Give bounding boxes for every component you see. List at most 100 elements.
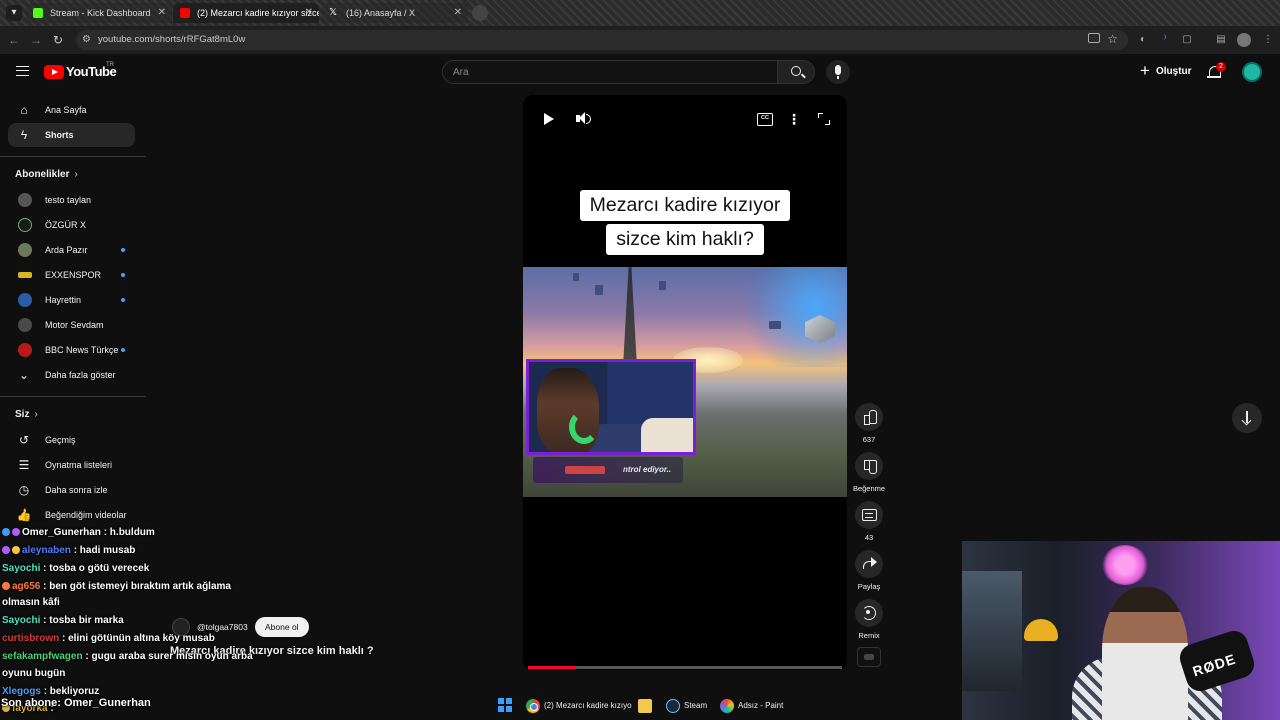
sidebar-item-label: Shorts xyxy=(45,130,74,140)
progress-bar[interactable] xyxy=(528,666,842,669)
subscription-item[interactable]: Arda Pazır xyxy=(8,238,135,262)
youtube-logo-icon[interactable] xyxy=(44,65,64,79)
chat-user: curtisbrown xyxy=(2,633,60,644)
sidepanel-icon[interactable]: ▤ xyxy=(1215,34,1227,46)
like-count: 637 xyxy=(862,435,876,444)
shorts-icon: ϟ xyxy=(20,128,28,142)
extensions-puzzle-icon[interactable]: ▢ xyxy=(1181,34,1193,46)
search-box xyxy=(442,60,778,84)
remix-button[interactable] xyxy=(855,599,883,627)
browser-menu-icon[interactable]: ⋮ xyxy=(1262,34,1274,46)
chat-message: Xlegogs : bekliyoruz xyxy=(2,686,99,697)
chat-text: : ben göt istemeyi bıraktım artık ağlama xyxy=(43,581,231,592)
sidebar-divider xyxy=(0,156,146,157)
subscription-item[interactable]: Hayrettin xyxy=(8,288,135,312)
bookmark-star-icon[interactable]: ☆ xyxy=(1107,32,1118,46)
youtube-header: YouTube TR Oluştur 2 xyxy=(0,54,1280,90)
video-subtitle: ntrol ediyor.. xyxy=(623,465,672,474)
subscription-item[interactable]: ÖZGÜR X xyxy=(8,213,135,237)
show-more-button[interactable]: ⌄ Daha fazla göster xyxy=(8,363,135,387)
chat-text: : hadi musab xyxy=(73,545,136,556)
tab-search-button[interactable]: ▾ xyxy=(6,5,22,21)
sidebar-item-label: Oynatma listeleri xyxy=(45,460,113,470)
account-avatar[interactable] xyxy=(1242,62,1262,82)
extension-icon[interactable]: ⁾ xyxy=(1159,34,1171,46)
monitor-shape xyxy=(962,571,1022,691)
new-tab-button[interactable] xyxy=(472,5,488,21)
tab-youtube-short[interactable]: (2) Mezarcı kadire kızıyor sizce k ✕ xyxy=(173,3,319,23)
create-button[interactable]: Oluştur xyxy=(1134,61,1200,82)
share-button[interactable] xyxy=(855,550,883,578)
more-options-icon[interactable]: ⋮ xyxy=(786,111,802,127)
install-app-icon[interactable] xyxy=(1088,33,1100,43)
subscription-item[interactable]: Motor Sevdam xyxy=(8,313,135,337)
channel-handle[interactable]: @tolgaa7803 xyxy=(197,622,248,632)
facecam-person xyxy=(1102,587,1188,720)
sidebar-item-liked-videos[interactable]: 👍 Beğendiğim videolar xyxy=(8,503,135,527)
menu-icon[interactable] xyxy=(16,66,29,76)
next-short-button[interactable] xyxy=(1232,403,1262,433)
taskbar-item-paint[interactable]: Adsız - Paint xyxy=(718,696,783,716)
forward-icon[interactable]: → xyxy=(28,32,44,48)
chevron-right-icon: › xyxy=(34,409,38,420)
tab-x-home[interactable]: 𝕏 (16) Anasayfa / X ✕ xyxy=(322,3,468,23)
subscribe-button[interactable]: Abone ol xyxy=(255,617,309,637)
streamer-facecam: RØDE xyxy=(962,541,1280,720)
browser-tabstrip: ▾ Stream - Kick Dashboard ✕ (2) Mezarcı … xyxy=(0,0,1280,26)
close-tab-icon[interactable]: ✕ xyxy=(454,3,462,23)
sidebar-item-playlists[interactable]: ☰ Oynatma listeleri xyxy=(8,453,135,477)
comments-button[interactable] xyxy=(855,501,883,529)
chat-text: : bekliyoruz xyxy=(43,686,100,697)
search-button[interactable] xyxy=(777,60,815,84)
close-tab-icon[interactable]: ✕ xyxy=(305,3,313,23)
chat-message: curtisbrown : elini götünün altına köy m… xyxy=(2,633,215,644)
back-icon[interactable]: ← xyxy=(6,32,22,48)
caption-text: sizce kim haklı? xyxy=(606,224,764,255)
subscription-label: Arda Pazır xyxy=(45,245,88,255)
subscription-label: testo taylan xyxy=(45,195,92,205)
channel-avatar xyxy=(18,272,32,278)
chat-user: Sayochi xyxy=(2,615,41,626)
sidebar-item-watch-later[interactable]: ◷ Daha sonra izle xyxy=(8,478,135,502)
taskbar-item-steam[interactable]: Steam xyxy=(664,696,707,716)
taskbar-item-chrome[interactable]: (2) Mezarcı kadire kızıyo xyxy=(524,696,632,716)
windows-start-icon[interactable] xyxy=(498,698,512,712)
you-heading[interactable]: Siz › xyxy=(15,409,38,420)
address-bar[interactable]: ⚙ youtube.com/shorts/rRFGat8mL0w ☆ xyxy=(76,30,1128,50)
sidebar-item-history[interactable]: ↺ Geçmiş xyxy=(8,428,135,452)
channel-avatar xyxy=(18,343,32,357)
channel-avatar xyxy=(18,243,32,257)
captions-icon[interactable] xyxy=(756,111,773,127)
tab-kick-dashboard[interactable]: Stream - Kick Dashboard ✕ xyxy=(26,3,172,23)
site-info-icon[interactable]: ⚙ xyxy=(82,34,94,46)
reload-icon[interactable]: ↻ xyxy=(50,32,66,48)
voice-search-button[interactable] xyxy=(826,60,850,84)
floating-object xyxy=(659,281,666,290)
volume-icon[interactable] xyxy=(575,111,591,127)
search-input[interactable] xyxy=(443,61,763,83)
subscription-label: Hayrettin xyxy=(45,295,82,305)
dislike-button[interactable] xyxy=(855,452,883,480)
sidebar-item-shorts[interactable]: ϟ Shorts xyxy=(8,123,135,147)
sidebar-item-home[interactable]: ⌂ Ana Sayfa xyxy=(8,98,135,122)
shorts-player[interactable]: ⋮ Mezarcı kadire kızıyor sizce kim haklı… xyxy=(523,95,847,670)
taskbar-item-explorer[interactable] xyxy=(636,696,652,716)
close-tab-icon[interactable]: ✕ xyxy=(158,3,166,23)
blue-glow xyxy=(738,267,847,367)
sound-thumbnail[interactable] xyxy=(857,647,881,667)
chat-user: Sayochi xyxy=(2,563,41,574)
remix-label: Remix xyxy=(858,631,880,640)
extension-icon[interactable]: ◐ xyxy=(1137,34,1149,46)
play-icon[interactable] xyxy=(540,111,556,127)
subscriptions-heading[interactable]: Abonelikler › xyxy=(15,169,78,180)
chat-text: : gugu araba surer misin oyun arba xyxy=(85,651,253,662)
chevron-right-icon: › xyxy=(74,169,78,180)
subscription-item[interactable]: testo taylan xyxy=(8,188,135,212)
profile-icon[interactable] xyxy=(1237,33,1251,47)
fullscreen-icon[interactable] xyxy=(816,111,832,127)
floating-object xyxy=(769,321,781,329)
like-button[interactable] xyxy=(855,403,883,431)
subscription-item[interactable]: EXXENSPOR xyxy=(8,263,135,287)
subscription-item[interactable]: BBC News Türkçe xyxy=(8,338,135,362)
chat-message: Omer_Gunerhan : h.buldum xyxy=(2,527,155,538)
